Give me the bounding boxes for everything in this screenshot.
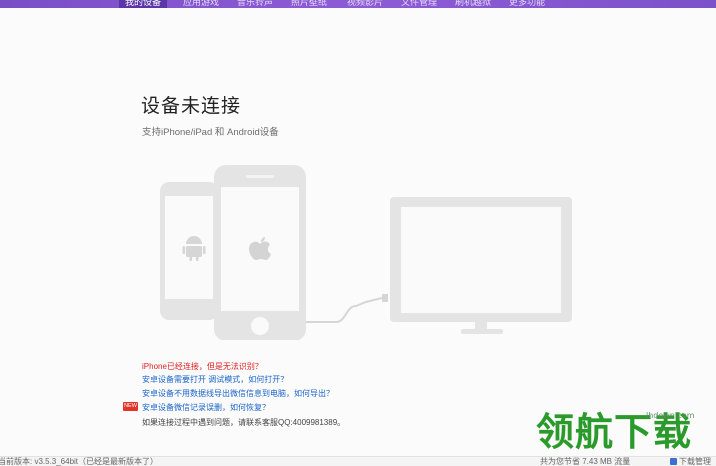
help-link-recover-wechat[interactable]: 安卓设备微信记录误删，如何恢复？ (142, 403, 270, 413)
android-phone-icon (160, 182, 218, 320)
help-link-enable-debug-mode[interactable]: 安卓设备需要打开 调试模式，如何打开？ (142, 375, 288, 385)
tab-videos[interactable]: 视频影片 (340, 0, 390, 8)
top-nav-bar: 我的设备 应用游戏 音乐铃声 照片壁纸 视频影片 文件管理 刷机越狱 更多功能 (0, 0, 716, 8)
iphone-icon (214, 165, 306, 340)
computer-monitor-icon (390, 197, 572, 334)
tab-photos-wallpapers[interactable]: 照片壁纸 (284, 0, 334, 8)
tab-flash-jailbreak[interactable]: 刷机越狱 (448, 0, 498, 8)
help-link-iphone-not-recognized[interactable]: iPhone已经连接，但是无法识别？ (142, 362, 263, 372)
tab-more-features[interactable]: 更多功能 (502, 0, 552, 8)
supported-devices-subtitle: 支持iPhone/iPad 和 Android设备 (142, 127, 279, 138)
watermark-url: lhdown.com (646, 411, 695, 420)
tab-my-device[interactable]: 我的设备 (119, 0, 167, 8)
download-icon (670, 458, 677, 466)
usb-cable (306, 297, 383, 323)
contact-support-note: 如果连接过程中遇到问题，请联系客服QQ:4009981389。 (142, 418, 346, 427)
tab-apps-games[interactable]: 应用游戏 (176, 0, 226, 8)
page-title: 设备未连接 (141, 96, 242, 117)
device-connection-illustration (160, 165, 572, 340)
tab-file-manager[interactable]: 文件管理 (394, 0, 444, 8)
help-link-export-wechat[interactable]: 安卓设备不用数据线导出微信信息到电脑，如何导出？ (142, 389, 334, 399)
new-badge: NEW (123, 402, 138, 411)
site-watermark: 领航下载 lhdown.com (536, 408, 716, 460)
tab-music-ringtones[interactable]: 音乐铃声 (230, 0, 280, 8)
